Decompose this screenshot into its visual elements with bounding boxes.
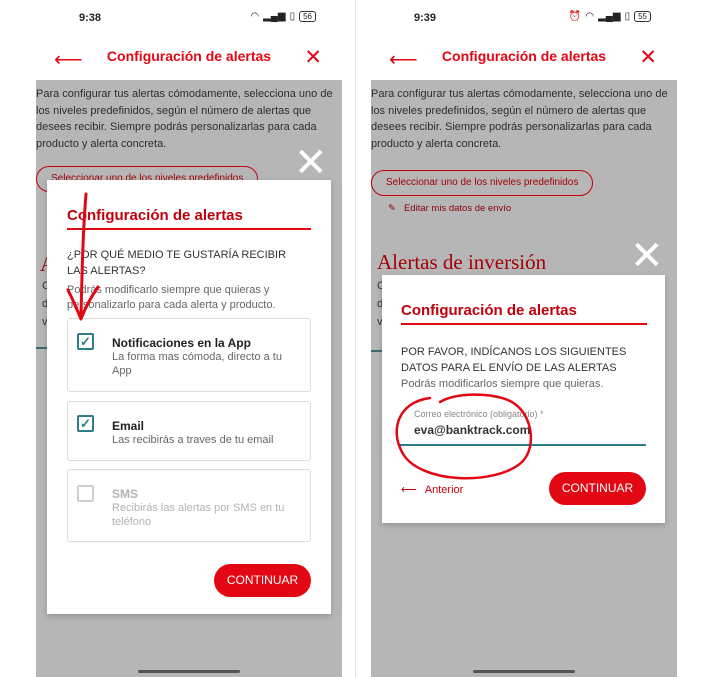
wifi-icon: ◠ <box>250 11 260 22</box>
phone-screen-email: 9:39 ⏰ ◠ ▂▄▆ ▯ 55 ⟵ Configuración de ale… <box>371 0 677 677</box>
alarm-icon: ⏰ <box>568 11 582 22</box>
app-header: ⟵ Configuración de alertas ✕ <box>36 38 342 80</box>
wifi-icon: ◠ <box>585 11 595 22</box>
intro-text: Para configurar tus alertas cómodamente,… <box>371 88 668 150</box>
option-title: Notificaciones en la App <box>112 336 251 350</box>
page-title: Configuración de alertas <box>441 48 607 64</box>
email-field-label: Correo electrónico (obligatorio) * <box>414 409 544 419</box>
comparison-canvas: 9:38 ◠ ▂▄▆ ▯ 56 ⟵ Configuración de alert… <box>0 0 710 677</box>
gesture-nav-bar[interactable] <box>473 670 575 673</box>
status-bar: 9:39 ⏰ ◠ ▂▄▆ ▯ 55 <box>371 0 677 38</box>
preset-levels-button[interactable]: Seleccionar uno de los niveles predefini… <box>371 170 594 196</box>
option-description: Las recibirás a traves de tu email <box>112 434 274 446</box>
vibrate-icon: ▯ <box>289 11 296 22</box>
arrow-left-icon: ⟵ <box>401 484 417 496</box>
battery-icon: 56 <box>299 11 316 22</box>
section-heading: Alertas de inversión <box>377 250 547 274</box>
dialog-title: Configuración de alertas <box>67 207 243 224</box>
option-sms[interactable]: SMS Recibirás las alertas por SMS en tu … <box>67 469 311 542</box>
option-title: Email <box>112 419 145 433</box>
status-icons: ⏰ ◠ ▂▄▆ ▯ 55 <box>569 11 651 22</box>
pencil-icon: ✎ <box>388 203 396 214</box>
edit-link-label: Editar mis datos de envío <box>403 203 512 214</box>
status-bar: 9:38 ◠ ▂▄▆ ▯ 56 <box>36 0 342 38</box>
gesture-nav-bar[interactable] <box>138 670 240 673</box>
email-hint: Podrás modificarlos siempre que quieras. <box>401 378 604 390</box>
close-icon[interactable]: ✕ <box>294 143 328 183</box>
panel-divider <box>355 0 356 677</box>
close-icon[interactable]: ✕ <box>639 45 657 70</box>
phone-screen-channel: 9:38 ◠ ▂▄▆ ▯ 56 ⟵ Configuración de alert… <box>36 0 342 677</box>
email-data-dialog: Configuración de alertas POR FAVOR, INDÍ… <box>382 275 665 523</box>
edit-delivery-data-link[interactable]: ✎ Editar mis datos de envío <box>388 203 511 214</box>
signal-icon: ▂▄▆ <box>598 11 621 22</box>
email-instruction: POR FAVOR, INDÍCANOS LOS SIGUIENTES DATO… <box>401 346 627 374</box>
option-app-notifications[interactable]: ✓ Notificaciones en la App La forma mas … <box>67 318 311 392</box>
email-field-value[interactable]: eva@banktrack.com <box>414 423 530 437</box>
checkbox-checked-icon[interactable]: ✓ <box>77 333 94 350</box>
title-underline <box>67 228 311 230</box>
status-icons: ◠ ▂▄▆ ▯ 56 <box>250 11 316 22</box>
previous-button[interactable]: ⟵ Anterior <box>401 483 464 497</box>
dialog-title: Configuración de alertas <box>401 302 577 319</box>
checkbox-checked-icon[interactable]: ✓ <box>77 415 94 432</box>
option-description: Recibirás las alertas por SMS en tu telé… <box>112 502 285 528</box>
channel-hint: Podrás modificarlo siempre que quieras y… <box>67 284 276 311</box>
status-time: 9:39 <box>414 12 437 24</box>
title-underline <box>401 323 647 325</box>
option-email[interactable]: ✓ Email Las recibirás a traves de tu ema… <box>67 401 311 461</box>
continue-button[interactable]: CONTINUAR <box>214 564 311 597</box>
close-icon[interactable]: ✕ <box>304 45 322 70</box>
battery-icon: 55 <box>634 11 651 22</box>
intro-text: Para configurar tus alertas cómodamente,… <box>36 88 333 150</box>
vibrate-icon: ▯ <box>624 11 631 22</box>
signal-icon: ▂▄▆ <box>263 11 286 22</box>
app-header: ⟵ Configuración de alertas ✕ <box>371 38 677 80</box>
option-title: SMS <box>112 487 139 501</box>
checkbox-empty-icon[interactable] <box>77 485 94 502</box>
page-title: Configuración de alertas <box>106 48 272 64</box>
channel-question: ¿POR QUÉ MEDIO TE GUSTARÍA RECIBIR LAS A… <box>67 249 287 277</box>
option-description: La forma mas cómoda, directo a tu App <box>112 351 282 377</box>
email-field[interactable]: Correo electrónico (obligatorio) * eva@b… <box>400 401 646 446</box>
alert-channel-dialog: Configuración de alertas ¿POR QUÉ MEDIO … <box>47 180 331 614</box>
previous-label: Anterior <box>424 483 464 496</box>
status-time: 9:38 <box>79 12 102 24</box>
close-icon[interactable]: ✕ <box>630 236 664 276</box>
continue-button[interactable]: CONTINUAR <box>549 472 646 505</box>
